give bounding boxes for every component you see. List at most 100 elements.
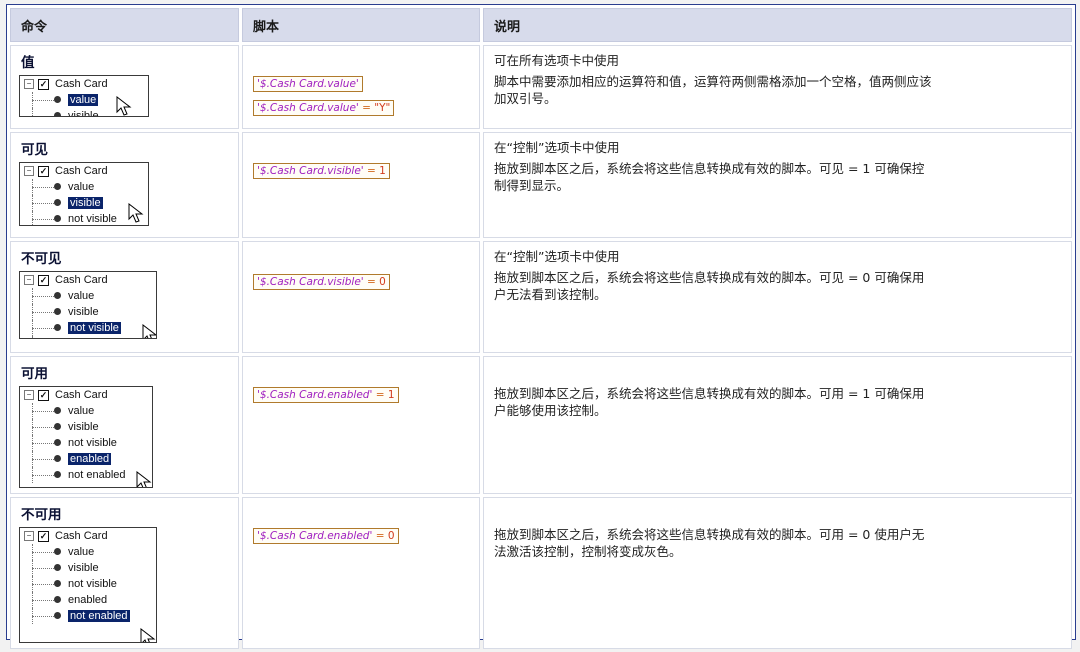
field-tree[interactable]: −✓ Cash Card value visible not visible enable… (19, 386, 153, 488)
tree-root-node[interactable]: − ✓ Cash Card (20, 76, 148, 92)
bullet-icon (54, 199, 61, 206)
tree-item-label: not enabled (68, 469, 126, 481)
bullet-icon (54, 407, 61, 414)
mouse-pointer-icon (128, 202, 144, 225)
tree-item[interactable]: value (20, 403, 152, 419)
command-table: 命令 脚本 说明 值 − ✓ Cash Card value visible '$.Cash… (7, 5, 1075, 652)
command-cell: 不可用 − ✓ Cash Card value visible not visible ena… (10, 497, 239, 649)
table-row: 不可见 −✓ Cash Card value visible not visible ena… (10, 241, 1072, 353)
script-expression[interactable]: '$.Cash Card.value' = "Y" (253, 100, 395, 116)
tree-item-label: value (68, 94, 99, 106)
command-cell: 可用 − ✓ Cash Card value visible not visible enab… (10, 356, 239, 494)
tree-item[interactable]: enabled (20, 451, 152, 467)
tree-item[interactable]: value (20, 179, 148, 195)
tree-item-label: visible (68, 562, 99, 574)
script-expression[interactable]: '$.Cash Card.enabled' = 1 (253, 387, 399, 403)
collapse-icon[interactable]: − (24, 390, 34, 400)
script-expression[interactable]: '$.Cash Card.visible' = 1 (253, 163, 390, 179)
tree-item[interactable]: enabled (20, 336, 156, 339)
tree-root-node[interactable]: − ✓ Cash Card (20, 163, 148, 179)
command-title: 值 (21, 55, 35, 71)
tree-item-label: visible (68, 110, 99, 117)
field-tree[interactable]: − ✓ Cash Card value visible not visible (19, 162, 149, 226)
command-title: 可用 (21, 366, 48, 382)
script-expression[interactable]: '$.Cash Card.value' (253, 76, 363, 92)
bullet-icon (54, 580, 61, 587)
tree-item[interactable]: visible (20, 560, 156, 576)
bullet-icon (54, 292, 61, 299)
bullet-icon (54, 596, 61, 603)
table-row: 可见 − ✓ Cash Card value visible not visible '$.C… (10, 132, 1072, 238)
tree-root-node[interactable]: − ✓ Cash Card (20, 387, 152, 403)
bullet-icon (54, 455, 61, 462)
tree-root-label: Cash Card (55, 274, 108, 286)
collapse-icon[interactable]: − (24, 275, 34, 285)
field-tree[interactable]: −✓ Cash Card value visible not visible enable… (19, 527, 157, 643)
script-operator: = (363, 165, 380, 177)
command-cell: 可见 − ✓ Cash Card value visible not visible (10, 132, 239, 238)
mouse-pointer-icon (136, 470, 152, 487)
table-row: 不可用 − ✓ Cash Card value visible not visible ena… (10, 497, 1072, 649)
bullet-icon (54, 112, 61, 116)
table-header-row: 命令 脚本 说明 (10, 8, 1072, 42)
tree-item[interactable]: visible (20, 304, 156, 320)
tree-item-label: value (68, 181, 95, 193)
script-expression[interactable]: '$.Cash Card.enabled' = 0 (253, 528, 399, 544)
tree-item-label: enabled (68, 453, 112, 465)
bullet-icon (54, 96, 61, 103)
collapse-icon[interactable]: − (24, 166, 34, 176)
usage-note: 在“控制”选项卡中使用 (494, 140, 620, 155)
tree-item-label: value (68, 290, 95, 302)
checkbox-icon[interactable]: ✓ (38, 530, 49, 542)
tree-item-label: visible (68, 197, 103, 209)
tree-root-label: Cash Card (55, 165, 108, 177)
tree-item-label: not visible (68, 213, 117, 225)
tree-item[interactable]: visible (20, 419, 152, 435)
tree-item[interactable]: enabled (20, 592, 156, 608)
script-field: '$.Cash Card.enabled' (257, 530, 373, 542)
tree-root-node[interactable]: − ✓ Cash Card (20, 272, 156, 288)
description-cell: 拖放到脚本区之后，系统会将这些信息转换成有效的脚本。可用 = 1 可确保用户能够… (483, 356, 1072, 494)
tree-item-label: not visible (68, 437, 117, 449)
collapse-icon[interactable]: − (24, 79, 34, 89)
tree-item[interactable]: value (20, 544, 156, 560)
script-field: '$.Cash Card.value' (257, 78, 359, 90)
tree-item-label: enabled (68, 338, 107, 339)
tree-root-label: Cash Card (55, 530, 108, 542)
tree-root-node[interactable]: − ✓ Cash Card (20, 528, 156, 544)
checkbox-icon[interactable]: ✓ (38, 389, 49, 401)
field-tree[interactable]: − ✓ Cash Card value visible (19, 75, 149, 117)
command-title: 不可见 (21, 251, 62, 267)
field-tree[interactable]: −✓ Cash Card value visible not visible enable… (19, 271, 157, 339)
tree-item-label: not enabled (68, 610, 130, 622)
command-cell: 不可见 −✓ Cash Card value visible not visible ena… (10, 241, 239, 353)
tree-item[interactable]: not visible (20, 576, 156, 592)
description-text: 拖放到脚本区之后，系统会将这些信息转换成有效的脚本。可用 = 1 可确保用户能够… (494, 386, 925, 418)
tree-item[interactable]: not visible (20, 320, 156, 336)
collapse-icon[interactable]: − (24, 531, 34, 541)
script-value: 0 (387, 530, 395, 542)
description-text: 脚本中需要添加相应的运算符和值，运算符两侧需格添加一个空格，值两侧应该加双引号。 (494, 74, 932, 106)
bullet-icon (54, 183, 61, 190)
checkbox-icon[interactable]: ✓ (38, 274, 49, 286)
tree-item[interactable]: not visible (20, 435, 152, 451)
tree-item-label: not visible (68, 322, 121, 334)
header-script: 脚本 (242, 8, 480, 42)
description-text: 拖放到脚本区之后，系统会将这些信息转换成有效的脚本。可见 = 1 可确保控制得到… (494, 161, 925, 193)
tree-item-label: enabled (68, 594, 108, 606)
description-cell: 在“控制”选项卡中使用 拖放到脚本区之后，系统会将这些信息转换成有效的脚本。可见 … (483, 241, 1072, 353)
checkbox-icon[interactable]: ✓ (38, 165, 49, 177)
script-field: '$.Cash Card.visible' (257, 276, 364, 288)
bullet-icon (54, 308, 61, 315)
script-operator: = (372, 389, 388, 401)
tree-item[interactable]: not enabled (20, 608, 156, 624)
tree-item[interactable]: value (20, 288, 156, 304)
usage-note: 在“控制”选项卡中使用 (494, 249, 620, 264)
script-value: 1 (387, 389, 395, 401)
tree-root-label: Cash Card (55, 389, 108, 401)
bullet-icon (54, 612, 61, 619)
script-operator: = (372, 530, 388, 542)
script-expression[interactable]: '$.Cash Card.visible' = 0 (253, 274, 390, 290)
tree-item[interactable]: not enabled (20, 467, 152, 483)
checkbox-icon[interactable]: ✓ (38, 78, 49, 90)
